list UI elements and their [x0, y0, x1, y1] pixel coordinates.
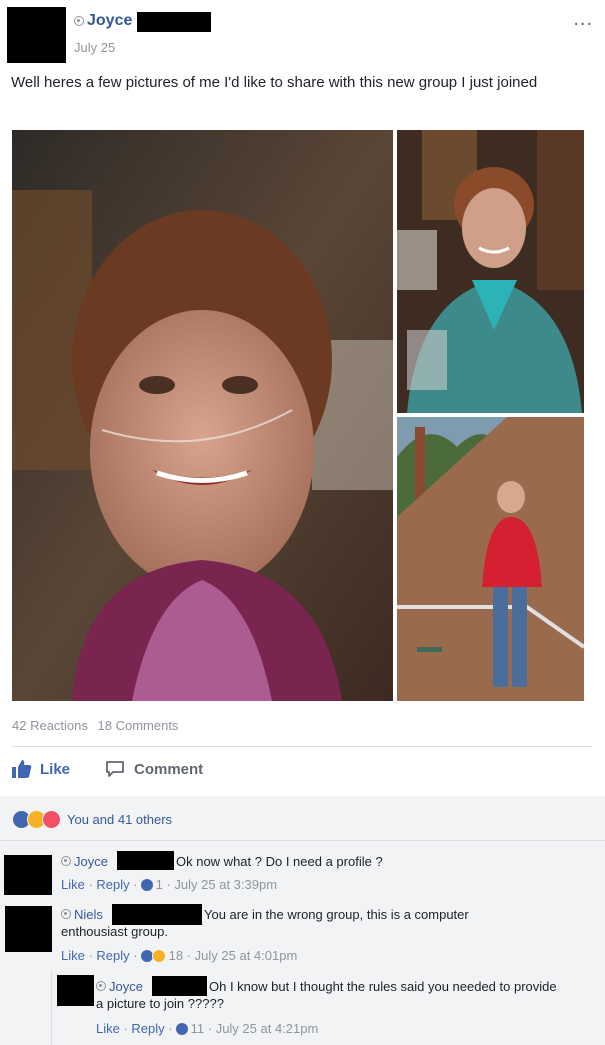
divider: [12, 746, 592, 747]
comment-avatar[interactable]: [4, 855, 52, 895]
post-text: Well heres a few pictures of me I'd like…: [11, 74, 538, 91]
comment-like-link[interactable]: Like: [61, 877, 85, 892]
redaction-bar: [137, 12, 211, 32]
reactions-summary-text: You and 41 others: [67, 812, 173, 827]
like-icon: [140, 949, 153, 962]
comment-label: Comment: [134, 760, 204, 778]
like-icon: [175, 1022, 188, 1035]
reactions-count[interactable]: 42 Reactions: [12, 718, 88, 733]
comment-text: You are in the wrong group, this is a co…: [61, 907, 469, 939]
comment-reaction-count[interactable]: 1: [156, 877, 163, 892]
post-stats: 42 Reactions 18 Comments: [12, 718, 184, 733]
post-date[interactable]: July 25: [74, 40, 115, 55]
comment-reply-link[interactable]: Reply: [96, 877, 129, 892]
reply-avatar[interactable]: [57, 975, 94, 1006]
comment-time[interactable]: July 25 at 3:39pm: [174, 877, 277, 892]
author-name[interactable]: Joyce: [74, 12, 132, 30]
more-options-icon[interactable]: ...: [573, 8, 593, 31]
comment-actions: Like · Reply · 11 · July 25 at 4:21pm: [96, 1021, 319, 1036]
like-button[interactable]: Like: [12, 760, 70, 778]
comment-icon: [106, 761, 124, 777]
comment-reaction-count[interactable]: 11: [191, 1021, 205, 1036]
comment-text: Ok now what ? Do I need a profile ?: [176, 854, 383, 869]
like-label: Like: [40, 760, 71, 778]
reactions-summary[interactable]: You and 41 others: [12, 810, 172, 829]
comment-time[interactable]: July 25 at 4:21pm: [216, 1021, 319, 1036]
comment-reply-link[interactable]: Reply: [131, 1021, 164, 1036]
group-member-icon: [74, 16, 84, 26]
comment-actions: Like · Reply · 1 · July 25 at 3:39pm: [61, 877, 278, 892]
thumbs-up-icon: [12, 760, 32, 778]
photo-standing[interactable]: [397, 417, 584, 701]
comment-author[interactable]: Joyce: [74, 854, 108, 869]
divider: [0, 840, 605, 841]
comment-like-link[interactable]: Like: [96, 1021, 120, 1036]
comment-avatar[interactable]: [5, 906, 52, 952]
love-icon: [42, 810, 61, 829]
comment-reply-link[interactable]: Reply: [96, 948, 129, 963]
group-member-icon: [61, 856, 71, 866]
comment-button[interactable]: Comment: [105, 760, 203, 778]
comment-actions: Like · Reply · 18 · July 25 at 4:01pm: [61, 948, 298, 963]
author-name-text[interactable]: Joyce: [87, 12, 132, 30]
haha-icon: [151, 948, 166, 963]
comments-count[interactable]: 18 Comments: [98, 718, 179, 733]
reply-thread-line: [51, 970, 52, 1045]
comment-like-link[interactable]: Like: [61, 948, 85, 963]
comment-time[interactable]: July 25 at 4:01pm: [195, 948, 298, 963]
comment-text: Oh I know but I thought the rules said y…: [96, 979, 557, 1011]
redaction-bar: [117, 851, 174, 870]
comment-reaction-count[interactable]: 18: [169, 948, 183, 963]
photo-sitting[interactable]: [397, 130, 584, 413]
like-icon: [140, 878, 153, 891]
author-avatar[interactable]: [7, 7, 66, 63]
photo-selfie[interactable]: [12, 130, 393, 701]
